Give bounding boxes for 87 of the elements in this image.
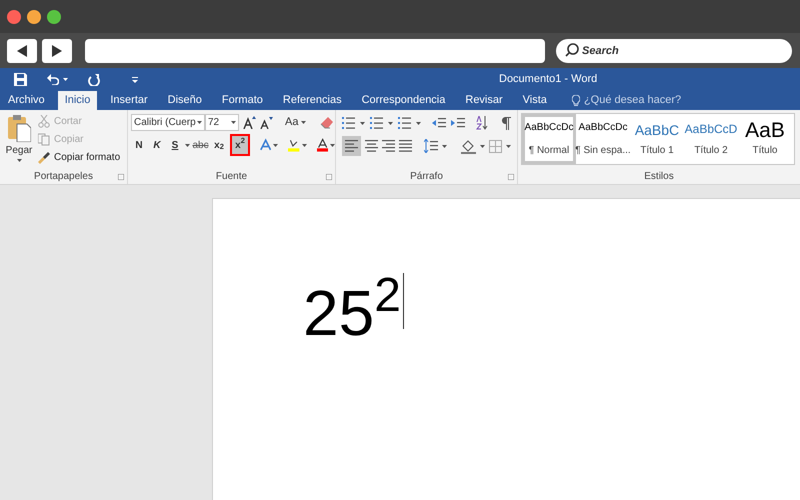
line-spacing-icon[interactable] [424, 139, 438, 153]
caret-icon[interactable] [442, 144, 447, 148]
font-size-field[interactable]: 72 [205, 114, 239, 131]
highlighter-icon[interactable] [288, 138, 300, 152]
window-title: Documento1 - Word [499, 72, 598, 88]
format-button[interactable]: x$_{2}$ [211, 136, 228, 154]
tell-me-field[interactable]: ¿Qué desea hacer? [584, 92, 682, 109]
clipboard-button[interactable]: Copiar formato [38, 150, 120, 165]
caret-icon[interactable] [388, 122, 393, 124]
bullets-icon[interactable] [342, 116, 355, 130]
dialog-launcher-icon[interactable] [508, 174, 514, 180]
caret-icon[interactable] [330, 144, 336, 146]
ribbon-tab[interactable]: Referencias [276, 91, 349, 110]
text-cursor [402, 273, 404, 329]
customize-icon[interactable] [132, 76, 138, 82]
forward-button[interactable] [42, 38, 72, 62]
align-center-icon[interactable] [365, 139, 378, 153]
right-arrow-icon[interactable] [52, 44, 62, 56]
group-label: Párrafo [410, 170, 443, 184]
group-label: Fuente [216, 170, 248, 184]
caret-icon[interactable] [360, 122, 365, 124]
left-arrow-icon[interactable] [17, 44, 27, 56]
justify-icon[interactable] [399, 139, 412, 153]
format-button[interactable]: abc [192, 136, 210, 154]
format-button[interactable]: S [167, 136, 183, 154]
search-icon[interactable] [565, 43, 579, 57]
caret-icon[interactable] [416, 122, 421, 124]
grow-font-icon[interactable] [243, 116, 256, 129]
shrink-font-icon[interactable] [260, 116, 273, 129]
format-button[interactable]: N [131, 136, 147, 154]
format-button[interactable]: x$^{2}$ [232, 136, 248, 154]
dialog-launcher-icon[interactable] [118, 174, 124, 180]
address-field[interactable] [85, 38, 545, 62]
style-preset[interactable]: AaBbCcDc ¶ Sin espa... [576, 114, 630, 164]
caret-icon[interactable] [185, 144, 190, 146]
ribbon-tab[interactable]: Correspondencia [354, 91, 452, 110]
redo-icon[interactable] [88, 74, 100, 86]
align-left-button[interactable] [342, 136, 361, 156]
ribbon-tab[interactable]: Inicio [58, 91, 98, 110]
caret-icon[interactable] [63, 78, 68, 81]
change-case-button[interactable]: Aa [285, 114, 306, 131]
caret-icon[interactable] [480, 144, 485, 148]
search-field[interactable]: Search [556, 39, 792, 63]
style-preset[interactable]: AaBbCcD Título 2 [684, 114, 738, 164]
window-control[interactable] [47, 10, 61, 24]
group-label: Estilos [644, 170, 674, 184]
ribbon-tab[interactable]: Formato [214, 91, 270, 110]
paste-button[interactable]: Pegar [0, 114, 36, 169]
align-right-icon[interactable] [382, 139, 395, 153]
increase-indent-icon[interactable] [451, 116, 465, 130]
group-label: Portapapeles [34, 170, 93, 184]
window-control[interactable] [7, 10, 21, 24]
align-left-icon[interactable] [345, 139, 358, 153]
font-name-field[interactable]: Calibri (Cuerp [131, 114, 205, 131]
shading-icon[interactable] [461, 138, 476, 154]
brush-icon[interactable] [38, 151, 50, 164]
caret-icon[interactable] [197, 121, 202, 124]
font-color-icon[interactable] [316, 138, 328, 152]
clipboard-icon[interactable] [7, 114, 31, 142]
sort-icon[interactable] [476, 116, 488, 130]
ribbon-tab[interactable]: Archivo [1, 91, 52, 110]
caret-icon[interactable] [506, 144, 511, 148]
style-preset[interactable]: AaBbC Título 1 [630, 114, 684, 164]
window-control[interactable] [27, 10, 41, 24]
back-button[interactable] [7, 38, 37, 62]
caret-icon[interactable] [301, 121, 306, 124]
save-icon[interactable] [14, 73, 27, 86]
decrease-indent-icon[interactable] [432, 116, 446, 130]
style-preset[interactable]: AaBbCcDc ¶ Normal [522, 114, 576, 164]
ribbon-tab[interactable]: Insertar [103, 91, 155, 110]
ribbon-tab[interactable]: Diseño [160, 91, 209, 110]
lightbulb-icon[interactable] [572, 95, 580, 106]
caret-icon[interactable] [302, 144, 307, 146]
multilevel-list-icon[interactable] [398, 116, 411, 130]
dialog-launcher-icon[interactable] [326, 174, 332, 180]
style-preset[interactable]: AaB Título [738, 114, 792, 164]
ribbon-tab[interactable]: Revisar [458, 91, 510, 110]
pilcrow-icon[interactable] [501, 116, 511, 130]
format-button[interactable]: K [149, 136, 165, 154]
caret-icon[interactable] [231, 121, 236, 124]
caret-icon[interactable] [273, 144, 278, 146]
caret-icon[interactable] [16, 159, 22, 162]
undo-icon[interactable] [47, 74, 59, 85]
eraser-icon[interactable] [320, 116, 334, 129]
text-effects-icon[interactable] [260, 138, 272, 152]
numbering-icon[interactable] [370, 116, 383, 130]
ribbon-tab[interactable]: Vista [516, 91, 554, 110]
